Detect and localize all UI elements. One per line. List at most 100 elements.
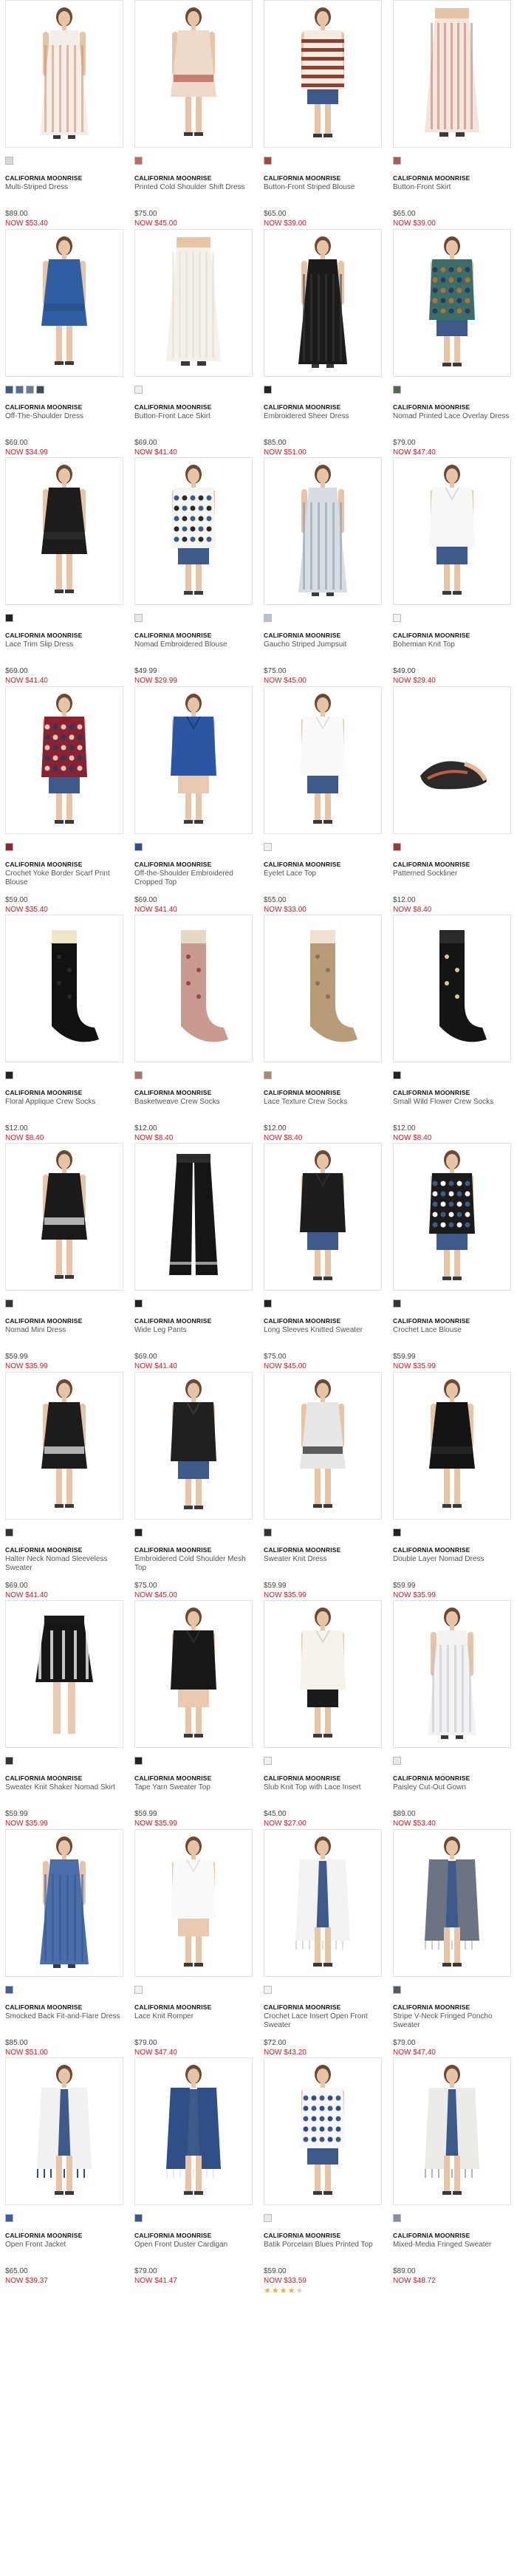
- product-image[interactable]: [5, 1600, 123, 1748]
- product-card[interactable]: CALIFORNIA MOONRISE Long Sleeves Knitted …: [264, 1143, 382, 1401]
- color-swatch[interactable]: [5, 614, 13, 622]
- product-card[interactable]: CALIFORNIA MOONRISE Halter Neck Nomad Sle…: [5, 1372, 123, 1630]
- product-card[interactable]: CALIFORNIA MOONRISE Bohemian Knit Top $49.…: [393, 457, 511, 716]
- product-image[interactable]: [5, 1143, 123, 1291]
- product-image[interactable]: [5, 0, 123, 148]
- product-image[interactable]: [264, 229, 382, 377]
- color-swatch[interactable]: [26, 386, 34, 394]
- product-card[interactable]: CALIFORNIA MOONRISE Multi-Striped Dress $8…: [5, 0, 123, 259]
- product-name-link[interactable]: Mixed-Media Fringed Sweater: [393, 2241, 510, 2249]
- product-card[interactable]: CALIFORNIA MOONRISE Wide Leg Pants $69.00 N…: [134, 1143, 253, 1401]
- product-image[interactable]: [393, 1600, 511, 1748]
- color-swatch[interactable]: [5, 1528, 13, 1537]
- color-swatch[interactable]: [16, 386, 24, 394]
- product-card[interactable]: CALIFORNIA MOONRISE Slub Knit Top with La…: [264, 1600, 382, 1859]
- product-card[interactable]: CALIFORNIA MOONRISE Nomad Embroidered Blo…: [134, 457, 253, 716]
- product-image[interactable]: [5, 2057, 123, 2205]
- product-image[interactable]: [134, 1829, 253, 1977]
- product-card[interactable]: CALIFORNIA MOONRISE Open Front Duster Car…: [134, 2057, 253, 2316]
- product-card[interactable]: CALIFORNIA MOONRISE Crochet Lace Insert O…: [264, 1829, 382, 2088]
- product-name-link[interactable]: Stripe V-Neck Fringed Poncho Sweater: [393, 2012, 510, 2030]
- product-card[interactable]: CALIFORNIA MOONRISE Floral Applique Crew …: [5, 915, 123, 1173]
- product-name-link[interactable]: Embroidered Sheer Dress: [264, 412, 380, 421]
- product-card[interactable]: CALIFORNIA MOONRISE Button-Front Lace Ski…: [134, 229, 253, 488]
- color-swatch[interactable]: [393, 1071, 401, 1079]
- product-name-link[interactable]: Lace Trim Slip Dress: [5, 640, 122, 649]
- product-name-link[interactable]: Sweater Knit Dress: [264, 1555, 380, 1564]
- product-name-link[interactable]: Double Layer Nomad Dress: [393, 1555, 510, 1564]
- product-name-link[interactable]: Open Front Duster Cardigan: [134, 2241, 251, 2249]
- product-card[interactable]: CALIFORNIA MOONRISE Tape Yarn Sweater Top…: [134, 1600, 253, 1859]
- color-swatch[interactable]: [264, 2214, 272, 2222]
- product-card[interactable]: CALIFORNIA MOONRISE Crochet Lace Blouse $5…: [393, 1143, 511, 1401]
- color-swatch[interactable]: [393, 386, 401, 394]
- product-name-link[interactable]: Nomad Mini Dress: [5, 1326, 122, 1335]
- product-name-link[interactable]: Paisley Cut-Out Gown: [393, 1783, 510, 1792]
- color-swatch[interactable]: [393, 1986, 401, 1994]
- product-image[interactable]: [5, 915, 123, 1062]
- product-image[interactable]: [393, 1829, 511, 1977]
- product-card[interactable]: CALIFORNIA MOONRISE Printed Cold Shoulder…: [134, 0, 253, 259]
- color-swatch[interactable]: [393, 1528, 401, 1537]
- product-name-link[interactable]: Basketweave Crew Socks: [134, 1098, 251, 1107]
- product-card[interactable]: CALIFORNIA MOONRISE Crochet Yoke Border S…: [5, 686, 123, 945]
- product-name-link[interactable]: Crochet Yoke Border Scarf Print Blouse: [5, 870, 122, 887]
- product-name-link[interactable]: Multi-Striped Dress: [5, 183, 122, 192]
- product-name-link[interactable]: Lace Texture Crew Socks: [264, 1098, 380, 1107]
- product-image[interactable]: [264, 0, 382, 148]
- product-card[interactable]: CALIFORNIA MOONRISE Small Wild Flower Cre…: [393, 915, 511, 1173]
- product-card[interactable]: CALIFORNIA MOONRISE Double Layer Nomad Dr…: [393, 1372, 511, 1630]
- color-swatch[interactable]: [264, 843, 272, 851]
- product-image[interactable]: [264, 2057, 382, 2205]
- color-swatch[interactable]: [393, 2214, 401, 2222]
- product-card[interactable]: CALIFORNIA MOONRISE Eyelet Lace Top $55.00…: [264, 686, 382, 945]
- product-image[interactable]: [264, 686, 382, 834]
- color-swatch[interactable]: [134, 843, 143, 851]
- product-image[interactable]: [5, 686, 123, 834]
- product-card[interactable]: CALIFORNIA MOONRISE Nomad Printed Lace Ov…: [393, 229, 511, 488]
- product-image[interactable]: [134, 686, 253, 834]
- product-image[interactable]: [264, 1372, 382, 1520]
- color-swatch[interactable]: [264, 157, 272, 165]
- product-image[interactable]: [134, 229, 253, 377]
- product-image[interactable]: [134, 2057, 253, 2205]
- product-name-link[interactable]: Button-Front Lace Skirt: [134, 412, 251, 421]
- product-image[interactable]: [264, 1829, 382, 1977]
- color-swatch[interactable]: [134, 1528, 143, 1537]
- product-image[interactable]: [134, 1143, 253, 1291]
- color-swatch[interactable]: [36, 386, 44, 394]
- color-swatch[interactable]: [264, 1986, 272, 1994]
- product-name-link[interactable]: Tape Yarn Sweater Top: [134, 1783, 251, 1792]
- product-image[interactable]: [393, 457, 511, 605]
- color-swatch[interactable]: [5, 386, 13, 394]
- product-image[interactable]: [5, 1372, 123, 1520]
- color-swatch[interactable]: [5, 1071, 13, 1079]
- product-name-link[interactable]: Lace Knit Romper: [134, 2012, 251, 2021]
- product-name-link[interactable]: Nomad Embroidered Blouse: [134, 640, 251, 649]
- product-name-link[interactable]: Bohemian Knit Top: [393, 640, 510, 649]
- product-name-link[interactable]: Embroidered Cold Shoulder Mesh Top: [134, 1555, 251, 1573]
- product-image[interactable]: [5, 1829, 123, 1977]
- color-swatch[interactable]: [264, 386, 272, 394]
- color-swatch[interactable]: [5, 1299, 13, 1308]
- product-name-link[interactable]: Long Sleeves Knitted Sweater: [264, 1326, 380, 1335]
- color-swatch[interactable]: [264, 1071, 272, 1079]
- color-swatch[interactable]: [134, 614, 143, 622]
- product-image[interactable]: [5, 229, 123, 377]
- product-image[interactable]: [393, 229, 511, 377]
- color-swatch[interactable]: [5, 843, 13, 851]
- product-name-link[interactable]: Halter Neck Nomad Sleeveless Sweater: [5, 1555, 122, 1573]
- product-card[interactable]: CALIFORNIA MOONRISE Open Front Jacket $65.…: [5, 2057, 123, 2316]
- product-image[interactable]: [393, 1143, 511, 1291]
- color-swatch[interactable]: [134, 2214, 143, 2222]
- color-swatch[interactable]: [134, 157, 143, 165]
- product-image[interactable]: [393, 1372, 511, 1520]
- color-swatch[interactable]: [5, 1986, 13, 1994]
- color-swatch[interactable]: [134, 1757, 143, 1765]
- product-card[interactable]: CALIFORNIA MOONRISE Gaucho Striped Jumpsu…: [264, 457, 382, 716]
- product-card[interactable]: CALIFORNIA MOONRISE Off-The-Shoulder Dres…: [5, 229, 123, 488]
- product-name-link[interactable]: Gaucho Striped Jumpsuit: [264, 640, 380, 649]
- color-swatch[interactable]: [393, 157, 401, 165]
- color-swatch[interactable]: [264, 1299, 272, 1308]
- product-image[interactable]: [134, 1372, 253, 1520]
